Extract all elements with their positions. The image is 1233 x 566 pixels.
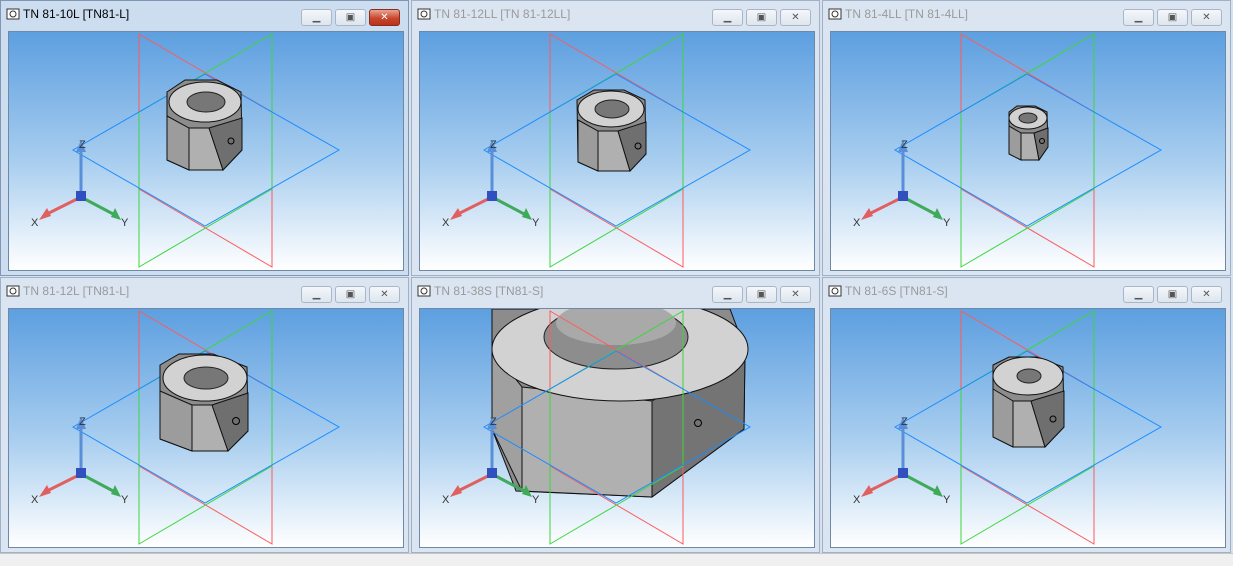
z-axis-label: Z bbox=[79, 139, 86, 151]
x-axis-label: X bbox=[31, 217, 39, 229]
3d-viewport[interactable]: Z X Y bbox=[830, 31, 1226, 271]
y-axis-label: Y bbox=[121, 217, 129, 229]
close-button[interactable]: ✕ bbox=[369, 9, 400, 26]
scene: Z X Y bbox=[853, 33, 1163, 268]
3d-viewport[interactable]: Z X Y bbox=[8, 31, 404, 271]
z-axis-label: Z bbox=[901, 416, 908, 428]
nut-model bbox=[159, 353, 249, 452]
scene: Z X Y bbox=[31, 33, 341, 268]
3d-viewport[interactable]: Z X Y bbox=[419, 31, 815, 271]
axis-triad: Z X Y bbox=[31, 139, 129, 229]
minimize-button[interactable]: ▁ bbox=[712, 9, 743, 26]
z-axis-label: Z bbox=[490, 139, 497, 151]
model-document-icon bbox=[6, 285, 20, 297]
minimize-button[interactable]: ▁ bbox=[301, 9, 332, 26]
3d-viewport[interactable]: Z X Y bbox=[830, 308, 1226, 548]
model-window-3[interactable]: TN 81-4LL [TN 81-4LL] ▁ ▣ ✕ Z X Y bbox=[822, 0, 1231, 276]
title-bar[interactable]: TN 81-4LL [TN 81-4LL] ▁ ▣ ✕ bbox=[823, 1, 1230, 28]
window-title: TN 81-10L [TN81-L] bbox=[23, 7, 130, 21]
3d-viewport[interactable]: Z X Y bbox=[419, 308, 815, 548]
z-axis-label: Z bbox=[901, 139, 908, 151]
minimize-button[interactable]: ▁ bbox=[712, 286, 743, 303]
window-title: TN 81-12LL [TN 81-12LL] bbox=[434, 7, 571, 21]
axis-triad: Z X Y bbox=[853, 139, 951, 229]
model-document-icon bbox=[828, 285, 842, 297]
maximize-button[interactable]: ▣ bbox=[335, 286, 366, 303]
x-axis-label: X bbox=[853, 217, 861, 229]
title-bar[interactable]: TN 81-6S [TN81-S] ▁ ▣ ✕ bbox=[823, 278, 1230, 305]
window-title: TN 81-38S [TN81-S] bbox=[434, 284, 544, 298]
axis-triad: Z X Y bbox=[853, 416, 951, 506]
title-bar[interactable]: TN 81-38S [TN81-S] ▁ ▣ ✕ bbox=[412, 278, 819, 305]
nut-model bbox=[491, 309, 749, 498]
y-axis-label: Y bbox=[532, 217, 540, 229]
z-axis-label: Z bbox=[79, 416, 86, 428]
model-window-4[interactable]: TN 81-12L [TN81-L] ▁ ▣ ✕ Z X Y bbox=[0, 277, 409, 553]
x-axis-label: X bbox=[442, 217, 450, 229]
window-title: TN 81-4LL [TN 81-4LL] bbox=[845, 7, 968, 21]
z-axis-label: Z bbox=[490, 416, 497, 428]
minimize-button[interactable]: ▁ bbox=[1123, 286, 1154, 303]
axis-triad: Z X Y bbox=[442, 139, 540, 229]
model-document-icon bbox=[417, 285, 431, 297]
close-button[interactable]: ✕ bbox=[1191, 9, 1222, 26]
close-button[interactable]: ✕ bbox=[1191, 286, 1222, 303]
maximize-button[interactable]: ▣ bbox=[1157, 286, 1188, 303]
nut-model bbox=[1008, 105, 1049, 162]
nut-model bbox=[576, 89, 647, 172]
nut-model bbox=[166, 79, 243, 171]
close-button[interactable]: ✕ bbox=[369, 286, 400, 303]
x-axis-label: X bbox=[853, 494, 861, 506]
model-window-5[interactable]: TN 81-38S [TN81-S] ▁ ▣ ✕ Z X Y bbox=[411, 277, 820, 553]
model-document-icon bbox=[6, 8, 20, 20]
y-axis-label: Y bbox=[943, 494, 951, 506]
y-axis-label: Y bbox=[121, 494, 129, 506]
axis-triad: Z X Y bbox=[31, 416, 129, 506]
close-button[interactable]: ✕ bbox=[780, 286, 811, 303]
close-button[interactable]: ✕ bbox=[780, 9, 811, 26]
maximize-button[interactable]: ▣ bbox=[746, 286, 777, 303]
minimize-button[interactable]: ▁ bbox=[1123, 9, 1154, 26]
title-bar[interactable]: TN 81-12LL [TN 81-12LL] ▁ ▣ ✕ bbox=[412, 1, 819, 28]
nut-model bbox=[992, 356, 1065, 448]
scene: Z X Y bbox=[853, 310, 1163, 545]
x-axis-label: X bbox=[442, 494, 450, 506]
scene: Z X Y bbox=[442, 33, 752, 268]
maximize-button[interactable]: ▣ bbox=[746, 9, 777, 26]
3d-viewport[interactable]: Z X Y bbox=[8, 308, 404, 548]
maximize-button[interactable]: ▣ bbox=[335, 9, 366, 26]
bottom-status-strip bbox=[0, 553, 1233, 566]
model-document-icon bbox=[417, 8, 431, 20]
maximize-button[interactable]: ▣ bbox=[1157, 9, 1188, 26]
minimize-button[interactable]: ▁ bbox=[301, 286, 332, 303]
title-bar[interactable]: TN 81-12L [TN81-L] ▁ ▣ ✕ bbox=[1, 278, 408, 305]
scene: Z X Y bbox=[442, 309, 752, 545]
scene: Z X Y bbox=[31, 310, 341, 545]
model-window-1[interactable]: TN 81-10L [TN81-L] ▁ ▣ ✕ Z X Y bbox=[0, 0, 409, 276]
x-axis-label: X bbox=[31, 494, 39, 506]
y-axis-label: Y bbox=[532, 494, 540, 506]
window-title: TN 81-12L [TN81-L] bbox=[23, 284, 130, 298]
y-axis-label: Y bbox=[943, 217, 951, 229]
window-title: TN 81-6S [TN81-S] bbox=[845, 284, 948, 298]
model-window-2[interactable]: TN 81-12LL [TN 81-12LL] ▁ ▣ ✕ Z X Y bbox=[411, 0, 820, 276]
model-window-6[interactable]: TN 81-6S [TN81-S] ▁ ▣ ✕ Z X Y bbox=[822, 277, 1231, 553]
model-document-icon bbox=[828, 8, 842, 20]
title-bar[interactable]: TN 81-10L [TN81-L] ▁ ▣ ✕ bbox=[1, 1, 408, 28]
